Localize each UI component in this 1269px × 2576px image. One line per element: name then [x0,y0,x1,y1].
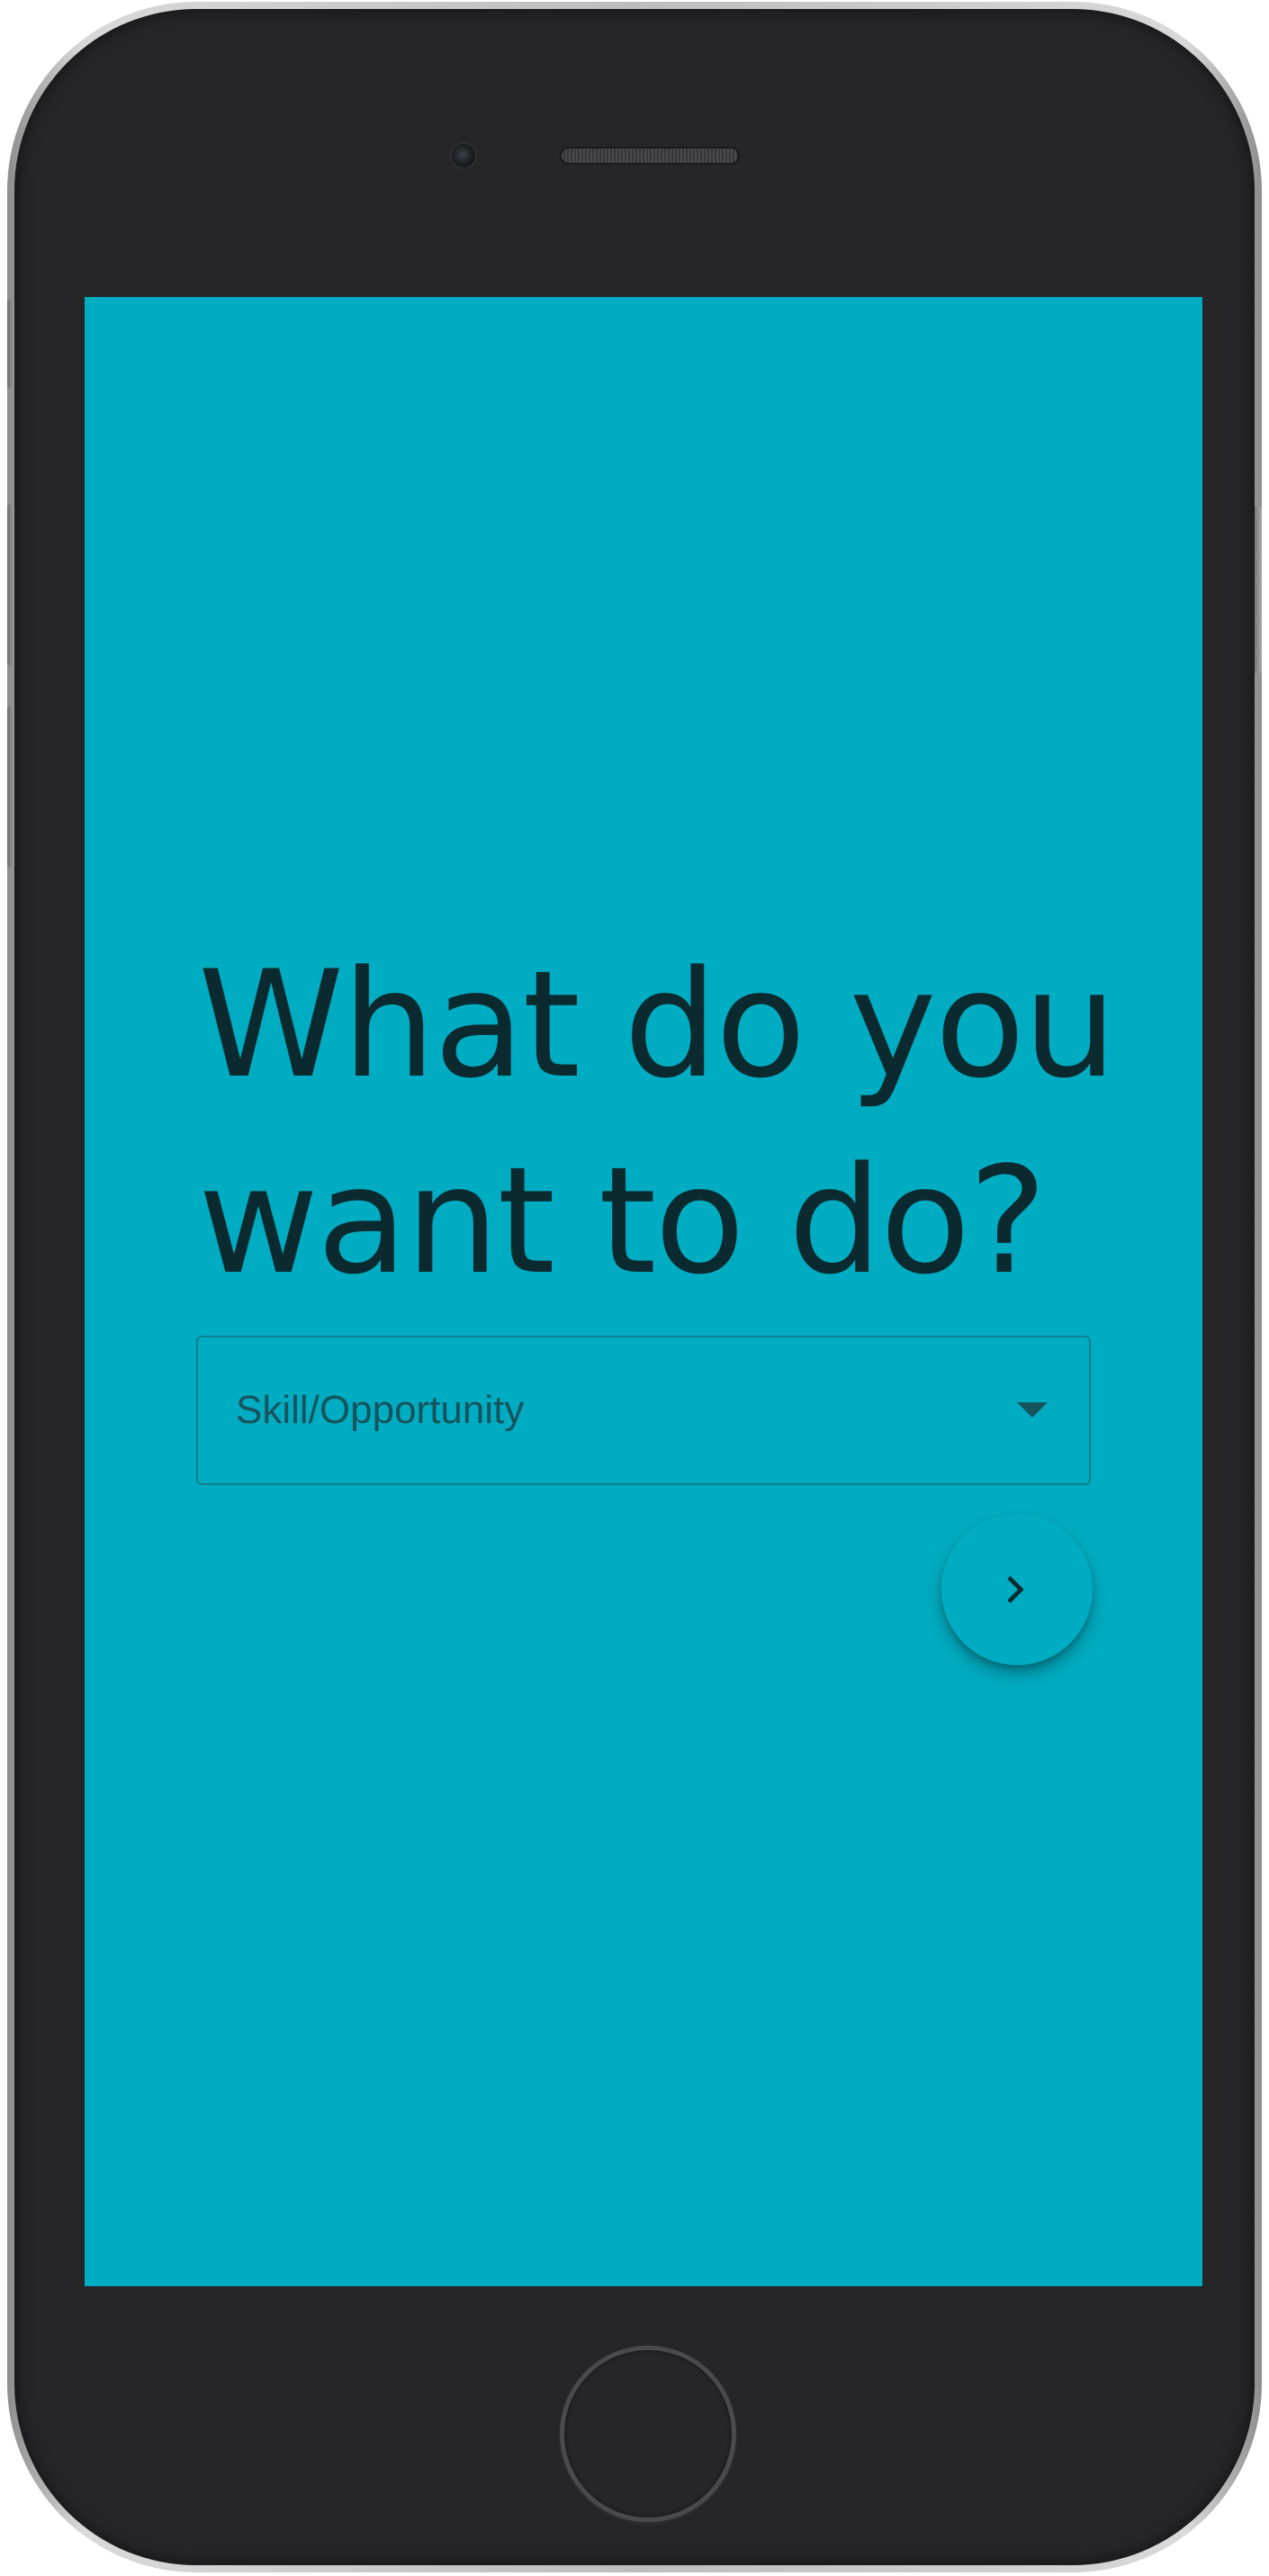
front-camera [450,142,477,169]
next-button[interactable] [941,1514,1093,1665]
select-label: Skill/Opportunity [236,1388,525,1432]
chevron-right-icon [1007,1575,1024,1604]
dropdown-arrow-icon [1017,1402,1048,1418]
app-screen: What do you want to do? Skill/Opportunit… [85,297,1202,2286]
page-title: What do you want to do? [198,927,1143,1320]
earpiece-speaker [560,147,740,165]
phone-frame: What do you want to do? Skill/Opportunit… [7,2,1262,2572]
home-button[interactable] [560,2346,736,2522]
title-line-2: want to do? [198,1135,1047,1307]
title-line-1: What do you [198,939,1117,1111]
skill-opportunity-select[interactable]: Skill/Opportunity [196,1336,1091,1485]
phone-body: What do you want to do? Skill/Opportunit… [14,9,1255,2565]
